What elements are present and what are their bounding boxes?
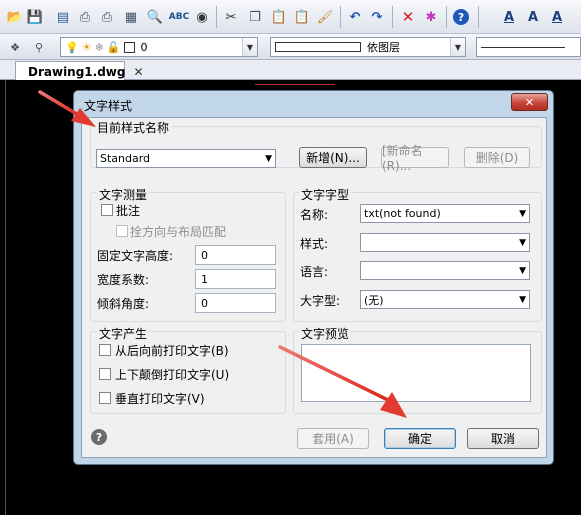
document-tab[interactable]: Drawing1.dwg ✕ xyxy=(15,61,144,81)
font-name-value: txt(not found) xyxy=(364,207,441,220)
help-icon[interactable]: ? xyxy=(453,9,469,25)
fixed-height-label: 固定文字高度: xyxy=(97,249,174,263)
layer-thaw-icon: ☀ xyxy=(81,40,92,54)
current-style-value: Standard xyxy=(100,152,151,165)
help-icon[interactable]: ? xyxy=(91,429,107,445)
toolbar-separator xyxy=(478,6,479,28)
close-icon[interactable]: ✕ xyxy=(133,65,143,79)
bigfont-select[interactable]: (无) ▼ xyxy=(360,290,530,309)
font-style-label: 样式: xyxy=(300,237,329,251)
text-measure-label: 文字测量 xyxy=(97,186,150,203)
layer-lock-icon: 🔓 xyxy=(106,40,121,54)
document-tab-label: Drawing1.dwg xyxy=(28,64,126,79)
layer-manager-icon[interactable]: ❖ xyxy=(6,38,24,56)
chevron-down-icon: ▼ xyxy=(519,294,526,305)
upside-down-label: 上下颠倒打印文字(U) xyxy=(115,368,230,382)
layer-combo[interactable]: 💡 ☀ ❄ 🔓 0 ▼ xyxy=(60,37,258,57)
layer-on-icon: 💡 xyxy=(65,40,79,54)
close-icon[interactable]: ✕ xyxy=(511,93,548,111)
linetype-swatch xyxy=(275,42,361,52)
backwards-label: 从后向前打印文字(B) xyxy=(115,344,229,358)
vertical-checkbox[interactable] xyxy=(99,392,111,404)
linetype-value: 依图层 xyxy=(367,41,400,54)
print-icon-2[interactable]: ⎙ xyxy=(98,8,116,26)
layers-toolbar: ❖ ⚲ 💡 ☀ ❄ 🔓 0 ▼ 依图层 ▼ xyxy=(0,34,581,60)
language-select[interactable]: ▼ xyxy=(360,261,530,280)
crosshair-line xyxy=(255,84,335,85)
bigfont-label: 大字型: xyxy=(300,294,341,308)
language-label: 语言: xyxy=(300,265,329,279)
text-style-icon[interactable]: A xyxy=(500,8,518,26)
delete-style-button[interactable]: 删除(D) xyxy=(464,147,530,168)
layer-previous-icon[interactable]: ⚲ xyxy=(30,38,48,56)
font-name-label: 名称: xyxy=(300,208,329,222)
match-layout-label: 拴方向与布局匹配 xyxy=(130,225,227,239)
redo-icon[interactable]: ↷ xyxy=(368,8,386,26)
explode-icon[interactable]: ✱ xyxy=(422,8,440,26)
chevron-down-icon[interactable]: ▼ xyxy=(450,38,465,56)
current-style-select[interactable]: Standard ▼ xyxy=(96,149,276,168)
vertical-label: 垂直打印文字(V) xyxy=(115,392,205,406)
annotative-label: 批注 xyxy=(116,204,141,218)
linetype-combo[interactable]: 依图层 ▼ xyxy=(270,37,466,57)
font-style-select[interactable]: ▼ xyxy=(360,233,530,252)
text-preview-box xyxy=(301,344,531,402)
chevron-down-icon: ▼ xyxy=(519,208,526,219)
chevron-down-icon: ▼ xyxy=(519,237,526,248)
text-style-dialog: 文字样式 ✕ 目前样式名称 Standard ▼ 新增(N)... [新命名(R… xyxy=(73,90,554,465)
match-layout-checkbox[interactable] xyxy=(116,225,128,237)
lineweight-swatch xyxy=(481,46,565,48)
width-factor-label: 宽度系数: xyxy=(97,273,150,287)
chevron-down-icon: ▼ xyxy=(265,153,272,164)
toolbar-separator xyxy=(216,6,217,28)
chevron-down-icon[interactable]: ▼ xyxy=(242,38,257,56)
print-preview-icon[interactable]: ▤ xyxy=(54,8,72,26)
publish-icon[interactable]: ▦ xyxy=(122,8,140,26)
copy-icon[interactable]: ❐ xyxy=(246,8,264,26)
font-name-select[interactable]: txt(not found) ▼ xyxy=(360,204,530,223)
open-icon[interactable]: 📂 xyxy=(6,8,24,26)
rename-style-button[interactable]: [新命名(R)... xyxy=(381,144,449,173)
text-effects-label: 文字产生 xyxy=(97,325,150,342)
lineweight-combo[interactable] xyxy=(476,37,581,57)
oblique-angle-label: 倾斜角度: xyxy=(97,297,150,311)
upside-down-checkbox[interactable] xyxy=(99,368,111,380)
find-icon[interactable]: ◉ xyxy=(193,8,211,26)
width-factor-input[interactable]: 1 xyxy=(195,269,276,289)
match-properties-icon[interactable]: 🖌 xyxy=(316,8,334,26)
plot-preview-icon[interactable]: 🔍 xyxy=(146,8,164,26)
text-preview-label: 文字预览 xyxy=(299,325,352,342)
bigfont-value: (无) xyxy=(364,293,384,307)
oblique-angle-input[interactable]: 0 xyxy=(195,293,276,313)
current-style-label: 目前样式名称 xyxy=(95,119,172,136)
fixed-height-input[interactable]: 0 xyxy=(195,245,276,265)
cancel-button[interactable]: 取消 xyxy=(467,428,539,449)
dialog-title: 文字样式 xyxy=(84,99,133,113)
paste-special-icon[interactable]: 📋 xyxy=(293,8,311,26)
font-group-label: 文字字型 xyxy=(299,186,352,203)
text-style-icon-2[interactable]: A xyxy=(524,8,542,26)
annotative-checkbox[interactable] xyxy=(101,204,113,216)
save-icon[interactable]: 💾 xyxy=(26,8,44,26)
new-style-button[interactable]: 新增(N)... xyxy=(299,147,367,168)
layer-freeze-icon: ❄ xyxy=(94,40,104,54)
toolbar-separator xyxy=(340,6,341,28)
toolbar-separator xyxy=(446,6,447,28)
paste-icon[interactable]: 📋 xyxy=(270,8,288,26)
dialog-body: 目前样式名称 Standard ▼ 新增(N)... [新命名(R)... 删除… xyxy=(81,117,547,458)
ok-button[interactable]: 确定 xyxy=(384,428,456,449)
erase-icon[interactable]: ✕ xyxy=(399,8,417,26)
standard-toolbar: 📂 💾 ▤ ⎙ ⎙ ▦ 🔍 ABC ◉ ✂ ❐ 📋 📋 🖌 ↶ ↷ ✕ ✱ ? … xyxy=(0,0,581,34)
apply-button[interactable]: 套用(A) xyxy=(297,428,369,449)
layer-color-swatch xyxy=(123,41,135,53)
print-icon[interactable]: ⎙ xyxy=(76,8,94,26)
chevron-down-icon: ▼ xyxy=(519,265,526,276)
text-style-icon-3[interactable]: A xyxy=(548,8,566,26)
backwards-checkbox[interactable] xyxy=(99,344,111,356)
cut-icon[interactable]: ✂ xyxy=(222,8,240,26)
layer-value: 0 xyxy=(140,40,148,54)
toolbar-separator xyxy=(392,6,393,28)
undo-icon[interactable]: ↶ xyxy=(346,8,364,26)
spell-check-icon[interactable]: ABC xyxy=(169,8,189,26)
